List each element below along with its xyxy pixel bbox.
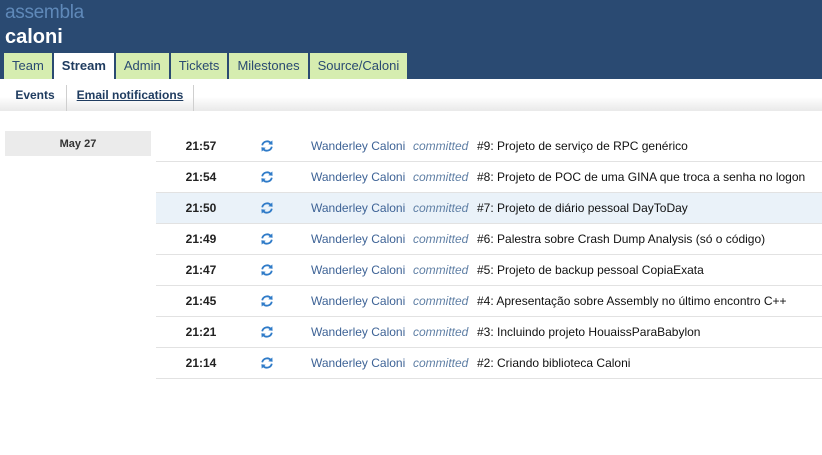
event-author-link[interactable]: Wanderley Caloni bbox=[311, 193, 405, 224]
commit-refresh-icon bbox=[260, 201, 274, 215]
event-action: committed bbox=[413, 170, 469, 184]
tab-team[interactable]: Team bbox=[4, 53, 52, 79]
subnav-divider bbox=[193, 85, 194, 111]
event-message: #9: Projeto de serviço de RPC genérico bbox=[477, 139, 688, 153]
tab-admin[interactable]: Admin bbox=[115, 53, 169, 79]
event-row: 21:49 Wanderley Caloni committed #6: Pal… bbox=[156, 224, 822, 255]
event-message: #2: Criando biblioteca Caloni bbox=[477, 356, 631, 370]
event-message: #7: Projeto de diário pessoal DayToDay bbox=[477, 201, 688, 215]
event-time: 21:14 bbox=[185, 356, 217, 370]
commit-refresh-icon bbox=[260, 325, 274, 339]
commit-refresh-icon bbox=[260, 294, 274, 308]
event-action: committed bbox=[413, 356, 469, 370]
event-action: committed bbox=[413, 201, 469, 215]
event-message: #4: Apresentação sobre Assembly no últim… bbox=[477, 294, 787, 308]
event-author-link[interactable]: Wanderley Caloni bbox=[311, 348, 405, 379]
event-row: 21:57 Wanderley Caloni committed #9: Pro… bbox=[156, 131, 822, 162]
event-author-link[interactable]: Wanderley Caloni bbox=[311, 255, 405, 286]
event-time: 21:54 bbox=[185, 170, 217, 184]
event-row: 21:14 Wanderley Caloni committed #2: Cri… bbox=[156, 348, 822, 379]
event-action: committed bbox=[413, 263, 469, 277]
event-row: 21:47 Wanderley Caloni committed #5: Pro… bbox=[156, 255, 822, 286]
event-action: committed bbox=[413, 139, 469, 153]
tab-source-caloni[interactable]: Source/Caloni bbox=[309, 53, 408, 79]
event-message: #6: Palestra sobre Crash Dump Analysis (… bbox=[477, 232, 766, 246]
event-row: 21:21 Wanderley Caloni committed #3: Inc… bbox=[156, 317, 822, 348]
event-row: 21:54 Wanderley Caloni committed #8: Pro… bbox=[156, 162, 822, 193]
tab-stream[interactable]: Stream bbox=[53, 53, 114, 79]
subtab-events[interactable]: Events bbox=[4, 79, 66, 111]
event-list: 21:57 Wanderley Caloni committed #9: Pro… bbox=[156, 131, 822, 379]
commit-refresh-icon bbox=[260, 263, 274, 277]
event-time: 21:57 bbox=[185, 139, 217, 153]
event-message: #3: Incluindo projeto HouaissParaBabylon bbox=[477, 325, 701, 339]
event-time: 21:21 bbox=[185, 325, 217, 339]
event-row: 21:45 Wanderley Caloni committed #4: Apr… bbox=[156, 286, 822, 317]
event-time: 21:47 bbox=[185, 263, 217, 277]
assembla-logo[interactable]: assembla bbox=[5, 2, 84, 24]
tab-tickets[interactable]: Tickets bbox=[170, 53, 228, 79]
event-message: #8: Projeto de POC de uma GINA que troca… bbox=[477, 170, 806, 184]
event-author-link[interactable]: Wanderley Caloni bbox=[311, 224, 405, 255]
commit-refresh-icon bbox=[260, 139, 274, 153]
tab-milestones[interactable]: Milestones bbox=[229, 53, 308, 79]
subtab-email-notifications[interactable]: Email notifications bbox=[67, 79, 193, 111]
event-author-link[interactable]: Wanderley Caloni bbox=[311, 317, 405, 348]
event-time: 21:45 bbox=[185, 294, 217, 308]
event-action: committed bbox=[413, 325, 469, 339]
app-header: assembla caloni Team Stream Admin Ticket… bbox=[0, 0, 822, 79]
commit-refresh-icon bbox=[260, 170, 274, 184]
space-title[interactable]: caloni bbox=[5, 25, 63, 49]
event-time: 21:50 bbox=[185, 201, 217, 215]
event-time: 21:49 bbox=[185, 232, 217, 246]
event-author-link[interactable]: Wanderley Caloni bbox=[311, 286, 405, 317]
sub-navigation: Events Email notifications bbox=[0, 79, 822, 111]
event-action: committed bbox=[413, 232, 469, 246]
event-row: 21:50 Wanderley Caloni committed #7: Pro… bbox=[156, 193, 822, 224]
main-tabs: Team Stream Admin Tickets Milestones Sou… bbox=[4, 53, 409, 79]
stream-date: May 27 bbox=[5, 131, 151, 156]
event-author-link[interactable]: Wanderley Caloni bbox=[311, 162, 405, 193]
event-author-link[interactable]: Wanderley Caloni bbox=[311, 131, 405, 162]
commit-refresh-icon bbox=[260, 356, 274, 370]
commit-refresh-icon bbox=[260, 232, 274, 246]
event-action: committed bbox=[413, 294, 469, 308]
event-message: #5: Projeto de backup pessoal CopiaExata bbox=[477, 263, 704, 277]
